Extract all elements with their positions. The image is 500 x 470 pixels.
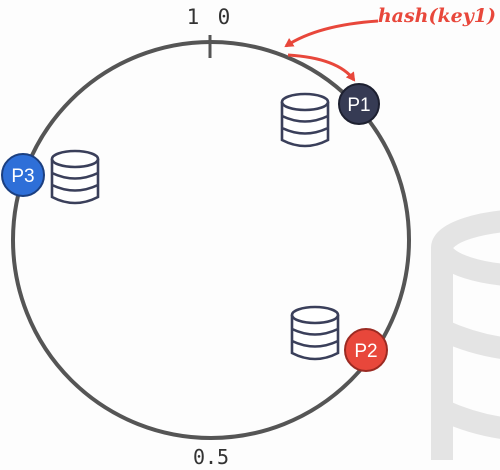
consistent-hash-ring-diagram: 1 0 0.5 hash(key1) P1 P2 P3 [1, 5, 500, 469]
node-p3-label: P3 [11, 166, 34, 187]
ring-top-label-right: 0 [218, 5, 231, 29]
database-icon [50, 149, 100, 205]
hash-pointer-arrow [284, 19, 379, 48]
node-p2-label: P2 [354, 341, 377, 362]
ring-top-label-left: 1 [187, 5, 200, 29]
database-icon [290, 305, 340, 361]
ring-bottom-label: 0.5 [193, 445, 229, 469]
node-p1: P1 [338, 83, 380, 125]
node-p3: P3 [1, 153, 45, 197]
database-icon [280, 92, 330, 148]
node-p2: P2 [344, 328, 388, 372]
node-p1-label: P1 [347, 95, 370, 116]
hash-key-label: hash(key1) [378, 5, 496, 27]
faded-database-icon [431, 210, 500, 460]
